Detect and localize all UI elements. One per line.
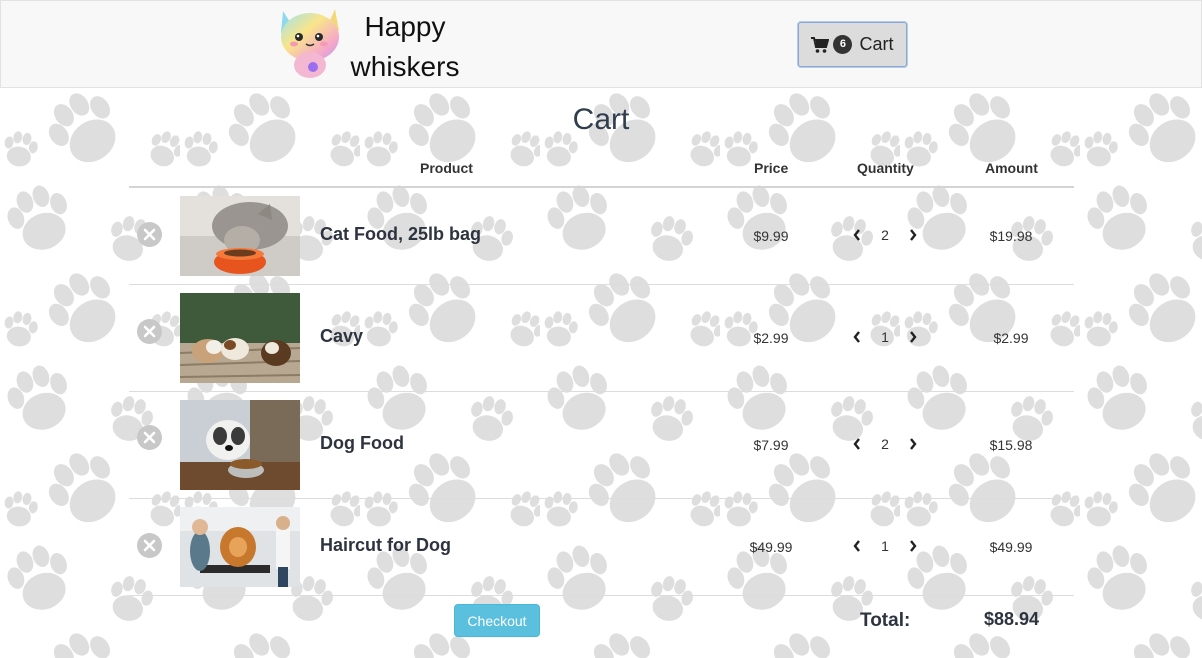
remove-item-button[interactable] <box>137 425 162 450</box>
product-name[interactable]: Dog Food <box>320 433 404 454</box>
quantity-value: 2 <box>881 436 889 452</box>
top-navbar: Happy whiskers 6 Cart <box>0 0 1202 88</box>
column-header-price: Price <box>754 160 789 176</box>
product-name[interactable]: Haircut for Dog <box>320 535 451 556</box>
cat-logo[interactable] <box>277 7 345 79</box>
remove-circle-icon <box>143 431 156 444</box>
column-header-amount: Amount <box>985 160 1038 176</box>
product-image-cavy[interactable] <box>180 293 300 383</box>
product-image-cat-food[interactable] <box>180 196 300 276</box>
quantity-stepper: 2 <box>849 436 921 452</box>
remove-circle-icon <box>143 228 156 241</box>
chevron-right-icon[interactable] <box>905 227 921 243</box>
cart-label: Cart <box>859 34 894 54</box>
brand-line-1: Happy <box>364 11 446 42</box>
shopping-cart-icon <box>811 36 830 54</box>
checkout-button[interactable]: Checkout <box>454 604 540 637</box>
product-price: $49.99 <box>749 539 793 555</box>
brand-line-2: whiskers <box>350 51 460 82</box>
cart-row: Haircut for Dog $49.99 1 $49.99 <box>129 499 1074 595</box>
total-label: Total: <box>860 610 911 631</box>
brand-name[interactable]: Happy whiskers <box>345 7 465 87</box>
chevron-right-icon[interactable] <box>905 329 921 345</box>
product-price: $2.99 <box>753 330 789 346</box>
quantity-value: 1 <box>881 329 889 345</box>
cart-row: Cavy $2.99 1 $2.99 <box>129 285 1074 391</box>
chevron-right-icon[interactable] <box>905 538 921 554</box>
quantity-value: 1 <box>881 538 889 554</box>
line-amount: $19.98 <box>989 228 1033 244</box>
page-title: Cart <box>572 103 630 136</box>
line-amount: $15.98 <box>989 437 1033 453</box>
quantity-value: 2 <box>881 227 889 243</box>
remove-item-button[interactable] <box>137 222 162 247</box>
product-name[interactable]: Cat Food, 25lb bag <box>320 224 481 245</box>
cart-button[interactable]: 6 Cart <box>798 22 907 67</box>
product-price: $7.99 <box>753 437 789 453</box>
cart-row: Dog Food $7.99 2 $15.98 <box>129 392 1074 498</box>
remove-item-button[interactable] <box>137 319 162 344</box>
row-divider <box>129 595 1074 596</box>
column-header-product: Product <box>420 160 473 176</box>
cart-count-badge: 6 <box>833 35 853 54</box>
line-amount: $2.99 <box>993 330 1029 346</box>
line-amount: $49.99 <box>989 539 1033 555</box>
remove-circle-icon <box>143 539 156 552</box>
chevron-left-icon[interactable] <box>849 436 865 452</box>
product-image-dog-haircut[interactable] <box>180 507 300 587</box>
quantity-stepper: 1 <box>849 538 921 554</box>
total-value: $88.94 <box>984 609 1040 629</box>
remove-circle-icon <box>143 325 156 338</box>
product-price: $9.99 <box>753 228 789 244</box>
cart-row: Cat Food, 25lb bag $9.99 2 $19.98 <box>129 187 1074 284</box>
chevron-left-icon[interactable] <box>849 538 865 554</box>
product-image-dog-food[interactable] <box>180 400 300 490</box>
chevron-left-icon[interactable] <box>849 329 865 345</box>
quantity-stepper: 2 <box>849 227 921 243</box>
chevron-right-icon[interactable] <box>905 436 921 452</box>
remove-item-button[interactable] <box>137 533 162 558</box>
product-name[interactable]: Cavy <box>320 326 363 347</box>
column-header-quantity: Quantity <box>857 160 914 176</box>
chevron-left-icon[interactable] <box>849 227 865 243</box>
quantity-stepper: 1 <box>849 329 921 345</box>
